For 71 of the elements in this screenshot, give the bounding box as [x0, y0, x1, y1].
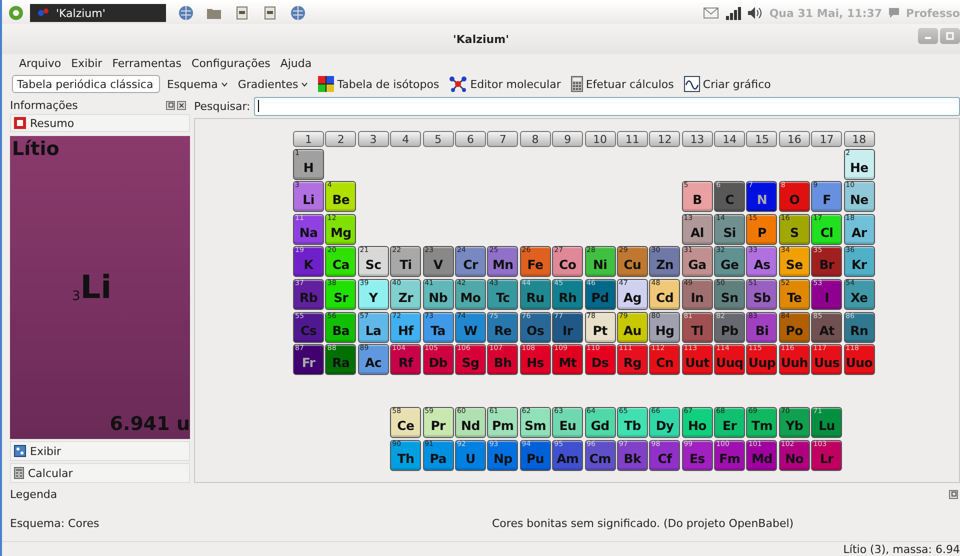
menu-item[interactable]: Ferramentas: [112, 56, 182, 70]
group-header-button[interactable]: 9: [552, 131, 584, 147]
caret-icon: [301, 82, 308, 86]
minimize-button[interactable]: [918, 28, 938, 44]
table-type-dropdown[interactable]: Tabela periódica clássica: [12, 75, 160, 93]
group-header-button[interactable]: 11: [616, 131, 648, 147]
group-header-button[interactable]: 13: [682, 131, 713, 147]
group-header-button[interactable]: 18: [844, 131, 875, 147]
summary-tab[interactable]: Resumo: [10, 114, 190, 132]
speaker-icon[interactable]: [747, 6, 764, 20]
menu-item[interactable]: Ajuda: [280, 56, 312, 70]
panel-title: Informações: [10, 98, 78, 112]
document-icon[interactable]: [262, 5, 278, 21]
toolbar-button[interactable]: Gradientes: [234, 78, 312, 90]
calculator-icon: [570, 76, 583, 92]
menu-item[interactable]: Exibir: [71, 56, 102, 70]
document-icon[interactable]: [234, 5, 250, 21]
group-header-button[interactable]: 3: [358, 131, 389, 147]
group-header-button[interactable]: 1: [293, 131, 324, 147]
calculator-icon: [14, 467, 24, 479]
maximize-icon: [946, 32, 954, 40]
menu-item[interactable]: Configurações: [192, 56, 270, 70]
chat-icon: [888, 7, 900, 19]
toolbar-button[interactable]: Tabela de isótopos: [315, 76, 442, 92]
toolbar-button[interactable]: Esquema: [164, 78, 231, 90]
wave-graph-icon: [684, 76, 700, 92]
scheme-label: Esquema: Cores: [10, 516, 100, 530]
group-header-button[interactable]: 4: [390, 131, 422, 147]
status-text: Lítio (3), massa: 6.94: [843, 542, 960, 556]
atom-icon: [36, 7, 50, 19]
float-icon[interactable]: [949, 490, 958, 498]
toolbar-button[interactable]: Criar gráfico: [680, 76, 774, 92]
maximize-button[interactable]: [940, 28, 960, 44]
toolbar-button[interactable]: Editor molecular: [446, 76, 564, 92]
globe-icon[interactable]: [290, 5, 306, 21]
group-header-button[interactable]: 7: [487, 131, 518, 147]
legend-title: Legenda: [10, 488, 58, 500]
search-field[interactable]: [254, 96, 960, 116]
atomic-number: 3: [72, 289, 80, 304]
group-header-button[interactable]: 8: [520, 131, 551, 147]
taskbar-window-button[interactable]: 'Kalzium': [30, 4, 166, 22]
group-header-button[interactable]: 5: [422, 131, 454, 147]
molecule-icon: [449, 76, 468, 92]
caret-icon: [220, 82, 228, 86]
mail-icon[interactable]: [703, 7, 720, 19]
globe-icon[interactable]: [178, 5, 194, 21]
group-header-button[interactable]: 16: [778, 131, 810, 147]
window-title: 'Kalzium': [453, 32, 509, 46]
group-header-button[interactable]: 10: [584, 131, 616, 147]
scheme-description: Cores bonitas sem significado. (Do projeto OpenBabel): [492, 516, 794, 530]
group-header-button[interactable]: 17: [811, 131, 842, 147]
launcher-icon[interactable]: [8, 5, 24, 21]
close-icon[interactable]: [177, 100, 186, 110]
search-label: Pesquisar:: [194, 100, 250, 112]
atomic-mass: 6.941 u: [110, 413, 190, 435]
panel-section-tab[interactable]: Calcular: [10, 463, 190, 483]
grid-icon: [318, 76, 334, 92]
group-header-button[interactable]: 12: [649, 131, 680, 147]
summary-icon: [14, 117, 26, 129]
view-icon: [14, 445, 26, 457]
group-header-button[interactable]: 2: [325, 131, 356, 147]
panel-section-tab[interactable]: Exibir: [10, 441, 190, 461]
element-name: Lítio: [12, 138, 60, 160]
group-header-button[interactable]: 15: [746, 131, 778, 147]
element-symbol: Li: [80, 268, 112, 306]
float-icon[interactable]: [166, 100, 175, 110]
group-header-button[interactable]: 14: [714, 131, 746, 147]
toolbar-button[interactable]: Efetuar cálculos: [568, 76, 677, 92]
signal-icon[interactable]: [725, 6, 742, 20]
group-header-button[interactable]: 6: [454, 131, 486, 147]
menu-item[interactable]: Arquivo: [19, 56, 62, 70]
